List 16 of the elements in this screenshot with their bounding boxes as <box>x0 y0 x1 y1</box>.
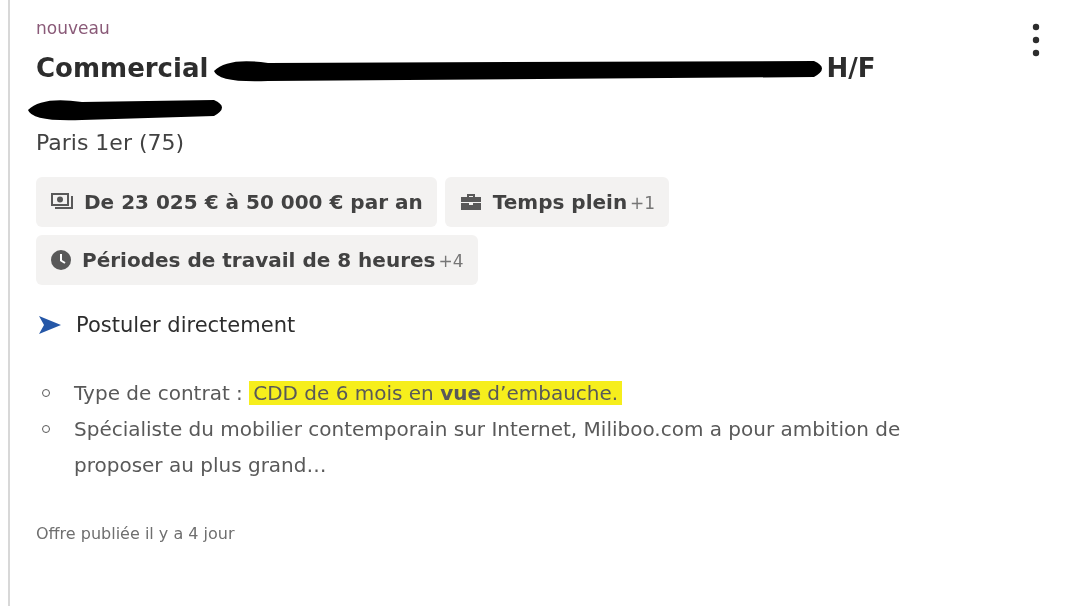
job-tag: Périodes de travail de 8 heures+4 <box>36 235 478 285</box>
job-title[interactable]: Commercial <box>36 53 209 83</box>
job-tag: De 23 025 € à 50 000 € par an <box>36 177 437 227</box>
job-location: Paris 1er (75) <box>36 130 185 155</box>
job-title[interactable]: H/F <box>826 53 876 83</box>
more-menu-button[interactable] <box>1030 22 1042 58</box>
banknote-icon <box>50 192 74 212</box>
posted-date: Offre publiée il y a 4 jour <box>36 524 235 543</box>
job-tag: Temps plein+1 <box>444 177 670 227</box>
clock-icon <box>50 249 72 271</box>
snippet-item: Type de contrat : CDD de 6 mois en vue d’embauche. <box>42 375 962 411</box>
send-arrow-icon <box>38 315 62 335</box>
briefcase-icon <box>458 192 483 212</box>
apply-label: Postuler directement <box>76 313 296 337</box>
snippet-item: Spécialiste du mobilier contemporain sur Internet, Miliboo.com a pour ambition de proposer au plus grand… <box>42 411 962 483</box>
new-label: nouveau <box>36 18 110 38</box>
